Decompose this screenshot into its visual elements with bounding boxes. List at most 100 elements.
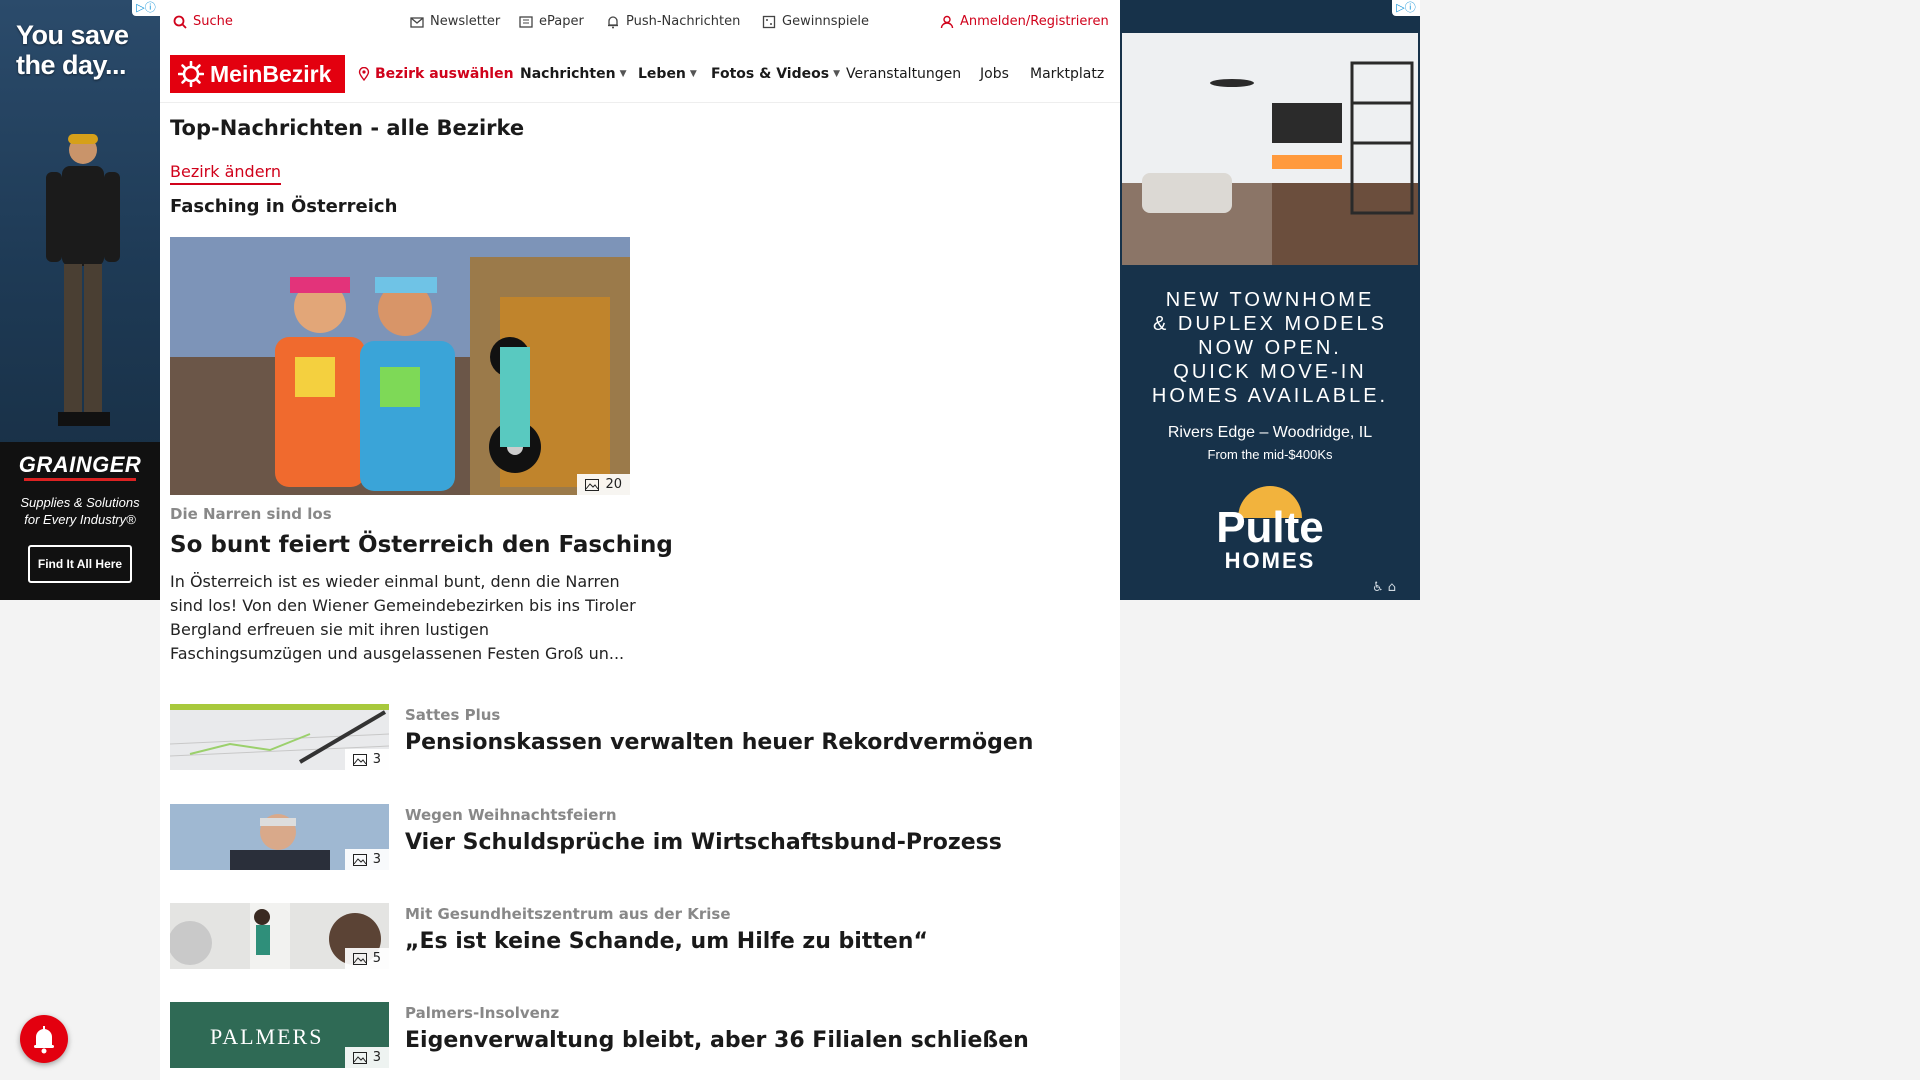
article-headline[interactable]: Vier Schuldsprüche im Wirtschaftsbund-Pr…	[405, 830, 1002, 855]
ad-left-skyscraper[interactable]: ▷ⓘ You save the day... GRAINGER Supplies…	[0, 0, 160, 600]
district-label: Bezirk auswählen	[375, 66, 514, 82]
push-label: Push-Nachrichten	[626, 14, 741, 29]
photo-count: 5	[372, 951, 381, 966]
gallery-icon	[585, 478, 600, 491]
nav-item-leben[interactable]: Leben ▼	[638, 66, 697, 82]
ad-right-logo-sub: HOMES	[1224, 548, 1316, 573]
ad-left-brand-underline	[24, 478, 136, 481]
article-headline[interactable]: Eigenverwaltung bleibt, aber 36 Filialen…	[405, 1028, 1029, 1053]
gallery-icon	[352, 853, 367, 866]
article-item[interactable]: 3 Sattes Plus Pensionskassen verwalten h…	[170, 704, 1070, 770]
article-thumbnail[interactable]: 3	[170, 704, 389, 770]
adchoices-icon[interactable]: ▷ⓘ	[132, 0, 160, 16]
gallery-icon	[352, 1051, 367, 1064]
search-label: Suche	[193, 14, 233, 29]
hero-headline[interactable]: So bunt feiert Österreich den Fasching	[170, 532, 673, 558]
chevron-down-icon: ▼	[833, 69, 840, 79]
nav-item-jobs[interactable]: Jobs	[980, 66, 1009, 82]
nav-item-label: Leben	[638, 66, 686, 82]
ad-right-interior-photo	[1122, 33, 1418, 265]
notification-bell-button[interactable]	[20, 1015, 68, 1063]
hero-kicker: Die Narren sind los	[170, 505, 332, 523]
nav-item-label: Nachrichten	[520, 66, 616, 82]
nav-item-nachrichten[interactable]: Nachrichten ▼	[520, 66, 626, 82]
gallery-icon	[352, 753, 367, 766]
article-kicker: Mit Gesundheitszentrum aus der Krise	[405, 905, 731, 923]
nav-item-marktplatz[interactable]: Marktplatz	[1030, 66, 1105, 82]
gallery-icon	[352, 952, 367, 965]
ad-left-cta-button[interactable]: Find It All Here	[28, 545, 132, 583]
nav-item-label: Marktplatz	[1030, 66, 1105, 82]
article-thumbnail[interactable]: 3	[170, 804, 389, 870]
photo-count: 3	[372, 752, 381, 767]
mail-icon	[410, 16, 424, 28]
ad-right-price: From the mid-$400Ks	[1207, 447, 1333, 462]
ad-left-worker-image	[46, 134, 120, 426]
ad-right-location: Rivers Edge – Woodridge, IL	[1167, 424, 1373, 441]
site-logo[interactable]: MeinBezirk	[170, 55, 345, 93]
article-item[interactable]: 3 Wegen Weihnachtsfeiern Vier Schuldsprü…	[170, 804, 1070, 870]
main-content: Suche Newsletter ePaper Push-Nachrichten…	[160, 0, 1120, 1080]
accessibility-icon: ♿ ⌂	[1372, 580, 1397, 595]
ad-left-tagline: Supplies & Solutions for Every Industry®	[20, 495, 140, 527]
gewinnspiele-label: Gewinnspiele	[782, 14, 870, 29]
ad-left-brand: GRAINGER	[18, 452, 142, 477]
page-title: Top-Nachrichten - alle Bezirke	[170, 116, 525, 140]
article-kicker: Wegen Weihnachtsfeiern	[405, 806, 617, 824]
change-district-link[interactable]: Bezirk ändern	[170, 162, 281, 185]
bell-icon	[608, 15, 618, 28]
photo-count-badge: 3	[344, 1047, 389, 1068]
ad-right-photo-drawing	[1122, 33, 1418, 265]
logo-text: MeinBezirk	[210, 60, 332, 87]
user-icon	[940, 15, 954, 28]
adchoices-icon[interactable]: ▷ⓘ	[1392, 0, 1420, 16]
newsletter-link[interactable]: Newsletter	[410, 14, 500, 29]
article-kicker: Sattes Plus	[405, 706, 501, 724]
nav-item-veranstaltungen[interactable]: Veranstaltungen	[846, 66, 961, 82]
location-pin-icon	[358, 67, 370, 81]
article-headline[interactable]: Pensionskassen verwalten heuer Rekordver…	[405, 730, 1033, 755]
chevron-down-icon: ▼	[689, 69, 697, 79]
nav-item-fotos-videos[interactable]: Fotos & Videos ▼	[711, 66, 840, 82]
nav-item-label: Fotos & Videos	[711, 66, 830, 82]
login-link[interactable]: Anmelden/Registrieren	[940, 14, 1109, 29]
article-kicker: Palmers-Insolvenz	[405, 1004, 560, 1022]
epaper-label: ePaper	[539, 14, 584, 29]
search-icon	[173, 15, 187, 29]
ad-right-copy: NEW TOWNHOME & DUPLEX MODELS NOW OPEN. Q…	[1151, 289, 1389, 407]
article-thumbnail[interactable]: 5	[170, 903, 389, 969]
main-navigation: MeinBezirk Bezirk auswählen Nachrichten ▼…	[160, 46, 1120, 103]
newspaper-icon	[519, 15, 533, 28]
photo-count: 3	[372, 1050, 381, 1065]
utility-bar: Suche Newsletter ePaper Push-Nachrichten…	[160, 0, 1120, 46]
push-notifications-link[interactable]: Push-Nachrichten	[606, 14, 740, 29]
gift-icon	[762, 15, 776, 28]
article-item[interactable]: PALMERS 3 Palmers-Insolvenz Eigenverwalt…	[170, 1002, 1070, 1068]
notification-bell-icon	[34, 1026, 54, 1054]
hero-teaser: In Österreich ist es wieder einmal bunt,…	[170, 572, 636, 663]
photo-count-badge: 20	[577, 474, 630, 495]
hero-photo	[170, 237, 630, 495]
ad-right-logo: Pulte	[1216, 503, 1324, 552]
photo-count-badge: 5	[344, 948, 389, 969]
ad-right-banner[interactable]: ▷ⓘ NEW TOWNHOME & DUPLEX MODELS NOW OPEN…	[1120, 0, 1420, 600]
nav-item-label: Veranstaltungen	[846, 66, 962, 82]
search-button[interactable]: Suche	[173, 14, 233, 29]
nav-item-label: Jobs	[980, 66, 1009, 82]
ad-left-headline: You save the day...	[16, 20, 129, 80]
article-headline[interactable]: „Es ist keine Schande, um Hilfe zu bitte…	[405, 929, 928, 954]
article-item[interactable]: 5 Mit Gesundheitszentrum aus der Krise „…	[170, 903, 1070, 969]
chevron-down-icon: ▼	[619, 69, 627, 79]
epaper-link[interactable]: ePaper	[519, 14, 584, 29]
article-thumbnail[interactable]: PALMERS 3	[170, 1002, 389, 1068]
article-thumb-sign: PALMERS	[210, 1024, 324, 1049]
photo-count-badge: 3	[344, 749, 389, 770]
logo-sun-icon	[178, 61, 204, 87]
login-label: Anmelden/Registrieren	[960, 14, 1109, 29]
photo-count: 3	[372, 852, 381, 867]
section-title: Fasching in Österreich	[170, 196, 398, 217]
gewinnspiele-link[interactable]: Gewinnspiele	[762, 14, 869, 29]
newsletter-label: Newsletter	[430, 14, 501, 29]
district-selector[interactable]: Bezirk auswählen	[357, 66, 514, 82]
hero-image[interactable]: 20	[170, 237, 630, 495]
